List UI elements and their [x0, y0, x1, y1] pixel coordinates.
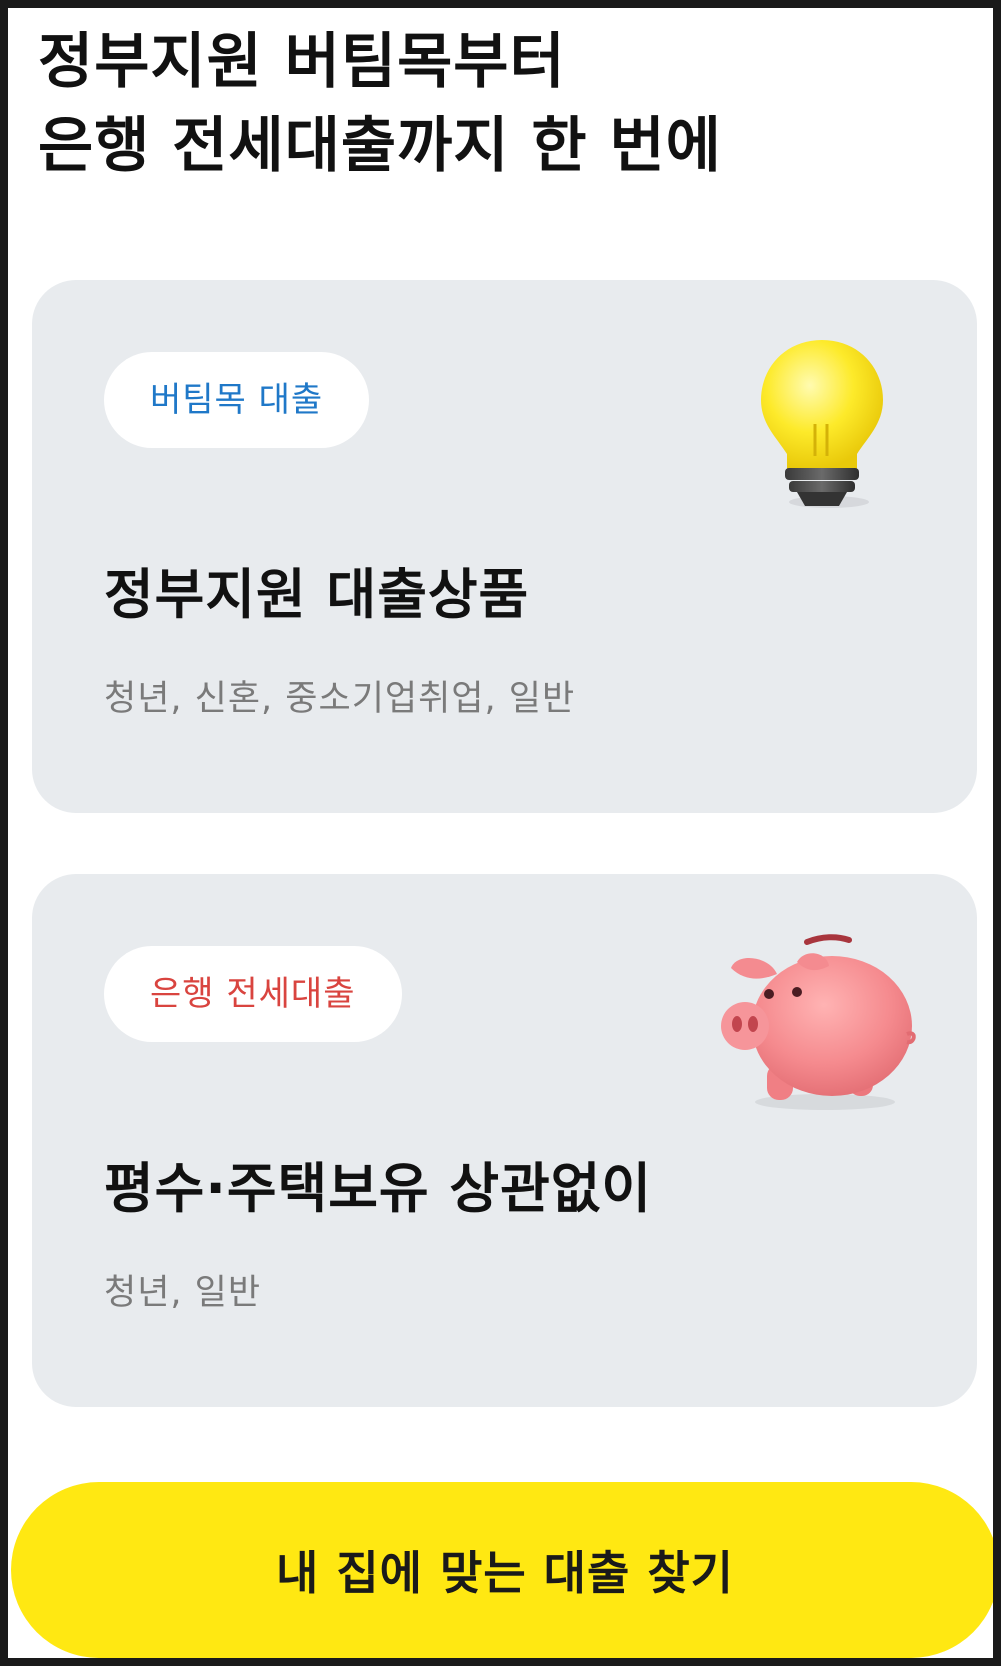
piggy-bank-icon	[721, 934, 916, 1110]
headline-line-2: 은행 전세대출까지 한 번에	[38, 111, 722, 181]
bank-jeonse-loan-card[interactable]: 은행 전세대출 평수·주택보유 상관없이 청년, 일반	[32, 874, 977, 1407]
card-title: 평수·주택보유 상관없이	[104, 1157, 653, 1220]
beoteimmok-loan-chip: 버팀목 대출	[104, 352, 370, 448]
lightbulb-icon	[761, 340, 883, 508]
bank-jeonse-chip: 은행 전세대출	[104, 946, 402, 1042]
government-loan-card[interactable]: 버팀목 대출 정부지원 대출상품 청년, 신혼, 중소기업취업, 일반	[32, 280, 977, 813]
screen-frame: 정부지원 버팀목부터 은행 전세대출까지 한 번에 버팀목 대출 정부지원 대출…	[0, 0, 1001, 1666]
card-subtitle: 청년, 신혼, 중소기업취업, 일반	[104, 679, 576, 719]
card-title: 정부지원 대출상품	[104, 563, 530, 626]
find-loan-button[interactable]: 내 집에 맞는 대출 찾기	[11, 1482, 993, 1658]
card-subtitle: 청년, 일반	[104, 1273, 262, 1313]
page-headline: 정부지원 버팀목부터 은행 전세대출까지 한 번에	[38, 20, 938, 188]
headline-line-1: 정부지원 버팀목부터	[38, 27, 566, 97]
